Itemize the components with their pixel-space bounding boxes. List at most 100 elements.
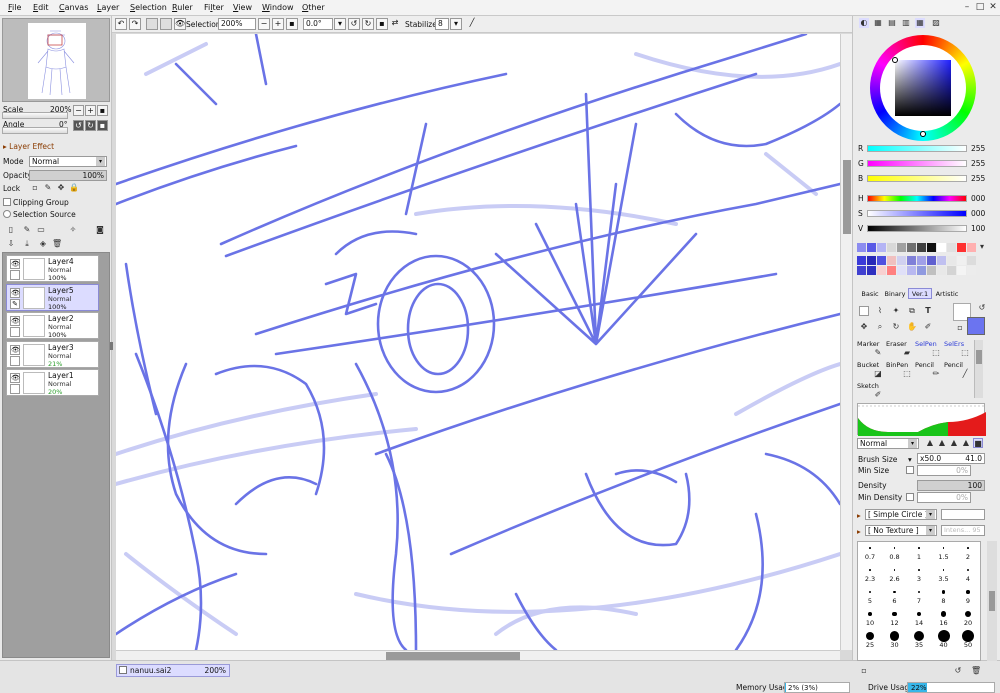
merge-down-icon[interactable]: ⤓ — [22, 239, 32, 249]
lock-all-icon[interactable]: 🔒 — [69, 183, 79, 193]
brush-size-dot[interactable] — [868, 612, 872, 616]
tool-tab[interactable]: Ver.1 — [908, 288, 932, 299]
clipping-group-checkbox[interactable] — [3, 198, 11, 206]
layer-row[interactable]: 👁 Layer3 Normal 21% — [6, 340, 99, 368]
show-selection-icon[interactable]: 👁 — [174, 18, 186, 30]
rotate-ccw-icon[interactable]: ↺ — [348, 18, 360, 30]
brush-size-dot[interactable] — [913, 630, 925, 642]
brush-size-slider[interactable]: x50.0 41.0 — [917, 453, 985, 464]
layer-mask-icon[interactable]: ◙ — [95, 225, 105, 235]
brush-tool-icon[interactable]: ╱ — [960, 369, 970, 379]
brush-size-dot[interactable] — [916, 611, 922, 617]
color-wheel-tab-icon[interactable]: ◐ — [859, 18, 869, 28]
new-tool-icon[interactable]: ▫ — [859, 666, 869, 676]
triangle-right-icon[interactable]: ▸ — [857, 511, 861, 520]
layer-effect-icon[interactable]: ✧ — [68, 225, 78, 235]
swatch-menu-icon[interactable]: ▾ — [977, 242, 987, 252]
swatches-tab-icon[interactable]: ▦ — [915, 18, 925, 28]
color-swatch[interactable] — [877, 243, 886, 252]
color-swatch[interactable] — [937, 243, 946, 252]
min-size-checkbox[interactable] — [906, 466, 914, 474]
delete-tool-icon[interactable]: 🗑 — [971, 666, 981, 676]
zoom-field[interactable]: 200% — [218, 18, 256, 30]
edge-medium-icon[interactable]: ▲ — [937, 438, 947, 448]
color-swatch[interactable] — [927, 266, 936, 275]
brush-tool-icon[interactable]: ✏ — [931, 369, 941, 379]
brush-shape-select[interactable]: [ Simple Circle ] ▾ — [865, 509, 937, 520]
brush-presets-scrollbar[interactable] — [987, 541, 997, 661]
color-swatch[interactable] — [957, 266, 966, 275]
color-swatch[interactable] — [887, 256, 896, 265]
angle-slider[interactable] — [2, 127, 68, 134]
h-slider[interactable] — [867, 195, 967, 202]
rotate-reset-button[interactable]: ▪ — [97, 120, 108, 131]
pen-icon[interactable]: ✎ — [10, 298, 20, 309]
color-swatch[interactable] — [967, 266, 976, 275]
brush-size-dot[interactable] — [942, 547, 945, 549]
tool-name[interactable]: BinPen — [886, 361, 908, 369]
selection-source-radio[interactable] — [3, 210, 11, 218]
blend-mode-select[interactable]: Normal ▾ — [29, 156, 107, 167]
stabilizer-field[interactable]: 8 — [435, 18, 449, 30]
brush-size-dot[interactable] — [866, 632, 874, 640]
brush-blend-mode-select[interactable]: Normal ▾ — [857, 438, 919, 449]
brush-size-dot[interactable] — [868, 590, 872, 594]
min-density-slider[interactable]: 0% — [917, 492, 971, 503]
transparent-color-icon[interactable]: ▫ — [955, 323, 965, 333]
lock-toggle-icon[interactable] — [10, 384, 20, 394]
magic-wand-icon[interactable]: ✦ — [891, 306, 901, 316]
brush-size-dot[interactable] — [893, 590, 896, 594]
tool-name[interactable]: SelErs — [944, 340, 964, 348]
zoom-out-button[interactable]: − — [73, 105, 84, 116]
new-linework-layer-icon[interactable]: ✎ — [22, 225, 32, 235]
hsv-slider-tab-icon[interactable]: ▤ — [887, 18, 897, 28]
layer-row[interactable]: 👁 ✎ Layer5 Normal 100% — [6, 283, 99, 311]
lock-toggle-icon[interactable] — [10, 270, 20, 280]
color-swatch[interactable] — [937, 266, 946, 275]
rotation-dropdown-icon[interactable]: ▾ — [334, 18, 346, 30]
tool-grid-scroll-thumb[interactable] — [976, 350, 982, 364]
brush-size-dot[interactable] — [942, 569, 945, 571]
lock-draw-icon[interactable]: ✎ — [43, 183, 53, 193]
edge-square-icon[interactable]: ■ — [973, 438, 983, 448]
brush-size-dot[interactable] — [892, 611, 897, 617]
text-tool-icon[interactable]: T — [923, 306, 933, 316]
r-slider[interactable] — [867, 145, 967, 152]
brush-texture-select[interactable]: [ No Texture ] ▾ — [865, 525, 937, 536]
brush-size-dot[interactable] — [964, 610, 972, 618]
vertical-scroll-thumb[interactable] — [843, 160, 851, 234]
menu-item-4[interactable]: Selection — [130, 3, 167, 12]
tool-name[interactable]: Pencil — [915, 361, 934, 369]
new-layer-icon[interactable]: ▯ — [6, 225, 16, 235]
menu-item-7[interactable]: View — [233, 3, 252, 12]
menu-item-2[interactable]: Canvas — [59, 3, 88, 12]
tool-name[interactable]: Eraser — [886, 340, 907, 348]
rotate-cw-icon[interactable]: ↻ — [362, 18, 374, 30]
brush-size-dot[interactable] — [941, 590, 946, 594]
brush-size-dot[interactable] — [966, 568, 970, 572]
drawing-canvas[interactable] — [116, 34, 840, 650]
color-swatch[interactable] — [867, 266, 876, 275]
color-swatch[interactable] — [907, 256, 916, 265]
undo-icon[interactable]: ↶ — [115, 18, 127, 30]
vertical-scrollbar[interactable] — [840, 34, 852, 650]
color-swatch[interactable] — [857, 243, 866, 252]
layer-row[interactable]: 👁 Layer2 Normal 100% — [6, 312, 99, 339]
color-swatch[interactable] — [897, 243, 906, 252]
saturation-value-square[interactable] — [895, 60, 951, 116]
s-slider[interactable] — [867, 210, 967, 217]
swap-colors-icon[interactable]: ↺ — [977, 303, 987, 313]
color-swatch[interactable] — [937, 256, 946, 265]
tool-tab[interactable]: Basic — [859, 288, 881, 299]
stabilizer-dropdown-icon[interactable]: ▾ — [450, 18, 462, 30]
tool-name[interactable]: SelPen — [915, 340, 937, 348]
zoom-in-button[interactable]: + — [85, 105, 96, 116]
g-slider[interactable] — [867, 160, 967, 167]
brush-size-dot[interactable] — [966, 590, 970, 594]
rotate-tool-icon[interactable]: ↻ — [891, 322, 901, 332]
close-icon[interactable]: ✕ — [988, 2, 998, 12]
edge-soft-icon[interactable]: ▲ — [949, 438, 959, 448]
flip-horizontal-icon[interactable]: ⇄ — [389, 18, 401, 30]
deselect-button[interactable] — [146, 18, 158, 30]
brush-presets-scroll-thumb[interactable] — [989, 591, 995, 611]
